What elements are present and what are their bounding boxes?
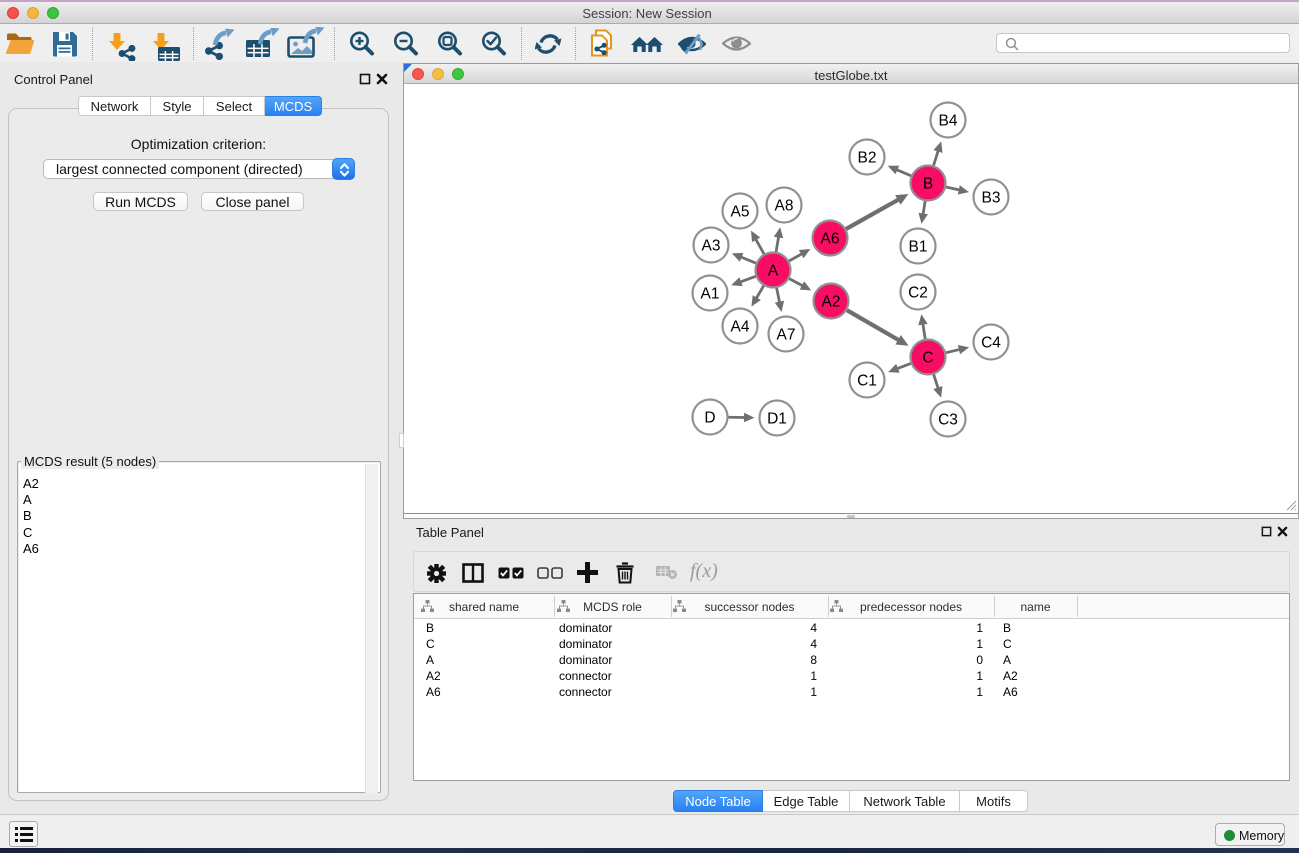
svg-text:A5: A5 — [731, 204, 750, 221]
svg-text:C4: C4 — [981, 335, 1001, 352]
svg-text:B3: B3 — [982, 190, 1001, 207]
svg-text:A3: A3 — [702, 238, 721, 255]
svg-text:B4: B4 — [939, 113, 958, 130]
svg-text:A1: A1 — [701, 286, 720, 303]
svg-text:D1: D1 — [767, 411, 787, 428]
svg-text:A8: A8 — [775, 198, 794, 215]
svg-text:C2: C2 — [908, 285, 928, 302]
svg-text:B: B — [923, 176, 933, 193]
svg-text:D: D — [704, 410, 715, 427]
svg-text:A7: A7 — [777, 327, 796, 344]
svg-text:B1: B1 — [909, 239, 928, 256]
svg-text:C: C — [922, 350, 933, 367]
svg-text:A2: A2 — [822, 294, 841, 311]
svg-text:A6: A6 — [821, 231, 840, 248]
svg-text:f(x): f(x) — [690, 560, 718, 582]
svg-text:A: A — [768, 263, 779, 280]
svg-text:C3: C3 — [938, 412, 958, 429]
svg-text:B2: B2 — [858, 150, 877, 167]
svg-text:C1: C1 — [857, 373, 877, 390]
svg-text:A4: A4 — [731, 319, 750, 336]
